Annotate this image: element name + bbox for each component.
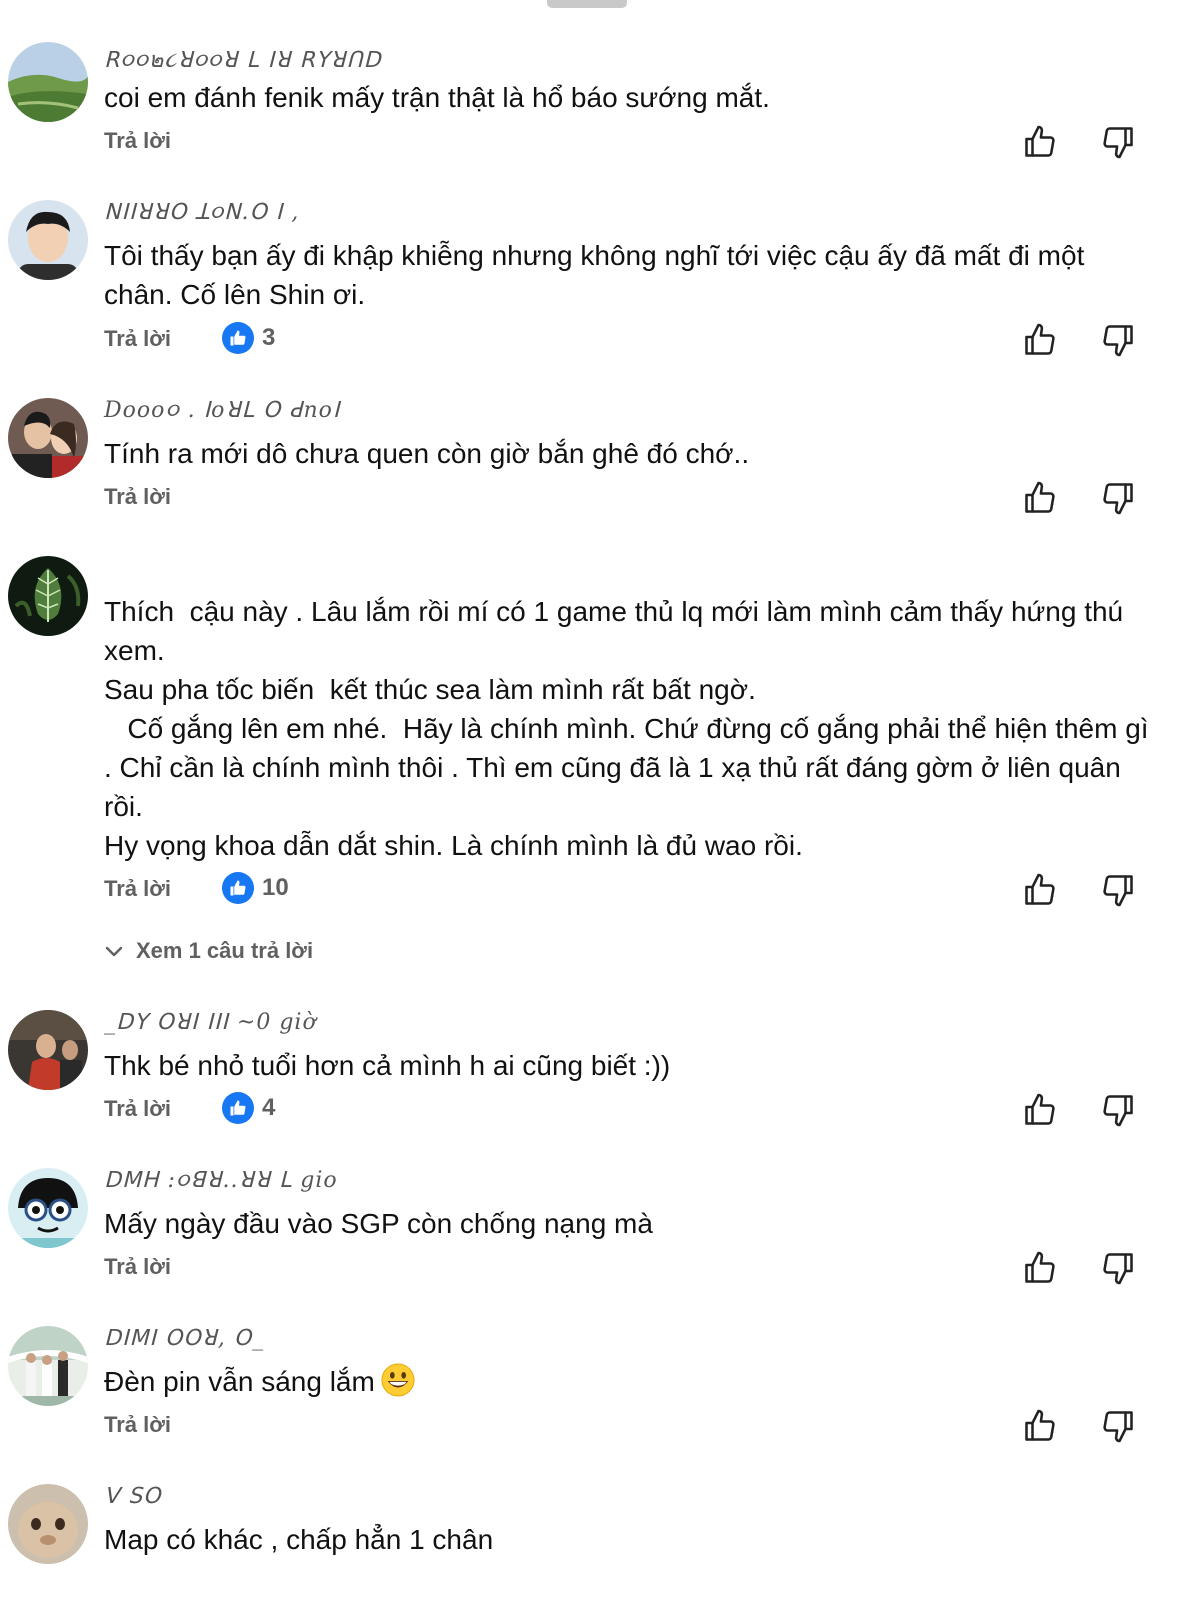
thumb-up-icon[interactable] bbox=[1022, 480, 1058, 516]
like-count-group: 4 bbox=[222, 1090, 275, 1126]
comment-author[interactable]: ꓠꓲꓲꓤꓤꓳ ꓕ૦ꓠ.ꓳ ꓲ , bbox=[104, 200, 299, 225]
chevron-down-icon bbox=[105, 946, 123, 957]
avatar[interactable] bbox=[8, 1326, 88, 1406]
thumb-down-icon[interactable] bbox=[1100, 1092, 1136, 1128]
comment-actions: Trả lời 4 bbox=[104, 1088, 1164, 1132]
comment-text-content: Đèn pin vẫn sáng lắm bbox=[104, 1366, 375, 1397]
comment-author[interactable]: Dooo૦ . ꓲoꓤꓡ ꓳ ꓒnoꓲ bbox=[104, 398, 340, 423]
avatar[interactable] bbox=[8, 1010, 88, 1090]
comment-text: Thích cậu này . Lâu lắm rồi mí có 1 game… bbox=[104, 596, 1149, 861]
comment-actions: Trả lời 3 bbox=[104, 318, 1164, 362]
like-count: 3 bbox=[262, 324, 276, 351]
thumb-down-icon[interactable] bbox=[1100, 1408, 1136, 1444]
comment-actions: Trả lời bbox=[104, 120, 1164, 164]
thumb-up-icon[interactable] bbox=[1022, 124, 1058, 160]
drag-handle[interactable] bbox=[547, 0, 627, 8]
like-count-group: 3 bbox=[222, 320, 275, 356]
thumb-up-icon[interactable] bbox=[1022, 1092, 1058, 1128]
reply-button[interactable]: Trả lời bbox=[104, 1096, 171, 1122]
thumb-down-icon[interactable] bbox=[1100, 480, 1136, 516]
thumb-up-icon[interactable] bbox=[1022, 1250, 1058, 1286]
comment-text: Đèn pin vẫn sáng lắm bbox=[104, 1362, 1154, 1401]
comment-actions: Trả lời bbox=[104, 1246, 1164, 1290]
comment-text: Thk bé nhỏ tuổi hơn cả mình h ai cũng bi… bbox=[104, 1050, 671, 1081]
comment-actions: Trả lời bbox=[104, 1404, 1164, 1448]
thumb-up-icon[interactable] bbox=[1022, 1408, 1058, 1444]
avatar[interactable] bbox=[8, 200, 88, 280]
like-badge-icon bbox=[222, 872, 254, 904]
avatar[interactable] bbox=[8, 1168, 88, 1248]
avatar[interactable] bbox=[8, 1484, 88, 1564]
reply-button[interactable]: Trả lời bbox=[104, 326, 171, 352]
avatar[interactable] bbox=[8, 556, 88, 636]
comment-actions: Trả lời 10 bbox=[104, 868, 1164, 912]
like-count: 4 bbox=[262, 1094, 276, 1121]
comment-text: Tính ra mới dô chưa quen còn giờ bắn ghê… bbox=[104, 438, 750, 469]
comment-text: Tôi thấy bạn ấy đi khập khiễng nhưng khô… bbox=[104, 240, 1093, 310]
thumb-down-icon[interactable] bbox=[1100, 1250, 1136, 1286]
comment-author[interactable]: ꓣ૦૦๒૮ꓤ૦૦ꓤ ꓡ ꓲꓤ ꓣꓬꓤꓵꓓ bbox=[104, 42, 382, 77]
like-count: 10 bbox=[262, 874, 289, 901]
comment-author[interactable]: ꓦ ꓢꓳ bbox=[104, 1484, 161, 1509]
view-replies-button[interactable]: Xem 1 câu trả lời bbox=[104, 938, 313, 964]
reply-button[interactable]: Trả lời bbox=[104, 1412, 171, 1438]
thumb-down-icon[interactable] bbox=[1100, 124, 1136, 160]
reply-button[interactable]: Trả lời bbox=[104, 876, 171, 902]
comment-author[interactable]: ꓓꓲꓟꓲ ꓳꓳꓤ, ꓳ_ bbox=[104, 1326, 264, 1351]
comment-actions: Trả lời bbox=[104, 476, 1164, 520]
like-count-group: 10 bbox=[222, 870, 289, 906]
thumb-up-icon[interactable] bbox=[1022, 872, 1058, 908]
reply-button[interactable]: Trả lời bbox=[104, 1254, 171, 1280]
comment-text: Map có khác , chấp hẳn 1 chân bbox=[104, 1524, 494, 1555]
avatar[interactable] bbox=[8, 42, 88, 122]
comment-author[interactable]: ꓓꓟꓧ :૦ꓭꓤ..ꓤꓤ ꓡ gio bbox=[104, 1168, 338, 1193]
thumb-up-icon[interactable] bbox=[1022, 322, 1058, 358]
like-badge-icon bbox=[222, 322, 254, 354]
reply-button[interactable]: Trả lời bbox=[104, 484, 171, 510]
like-badge-icon bbox=[222, 1092, 254, 1124]
thumb-down-icon[interactable] bbox=[1100, 872, 1136, 908]
view-replies-label: Xem 1 câu trả lời bbox=[136, 938, 314, 963]
thumb-down-icon[interactable] bbox=[1100, 322, 1136, 358]
comment-text: coi em đánh fenik mấy trận thật là hổ bá… bbox=[104, 82, 770, 113]
comment-text: Mấy ngày đầu vào SGP còn chống nạng mà bbox=[104, 1208, 653, 1239]
reply-button[interactable]: Trả lời bbox=[104, 128, 171, 154]
comment-author[interactable]: _ꓓꓬ ꓳꓤꓲ ꓲꓲꓲ ~0 giờ bbox=[104, 1010, 317, 1035]
grinning-face-emoji bbox=[381, 1363, 415, 1397]
avatar[interactable] bbox=[8, 398, 88, 478]
